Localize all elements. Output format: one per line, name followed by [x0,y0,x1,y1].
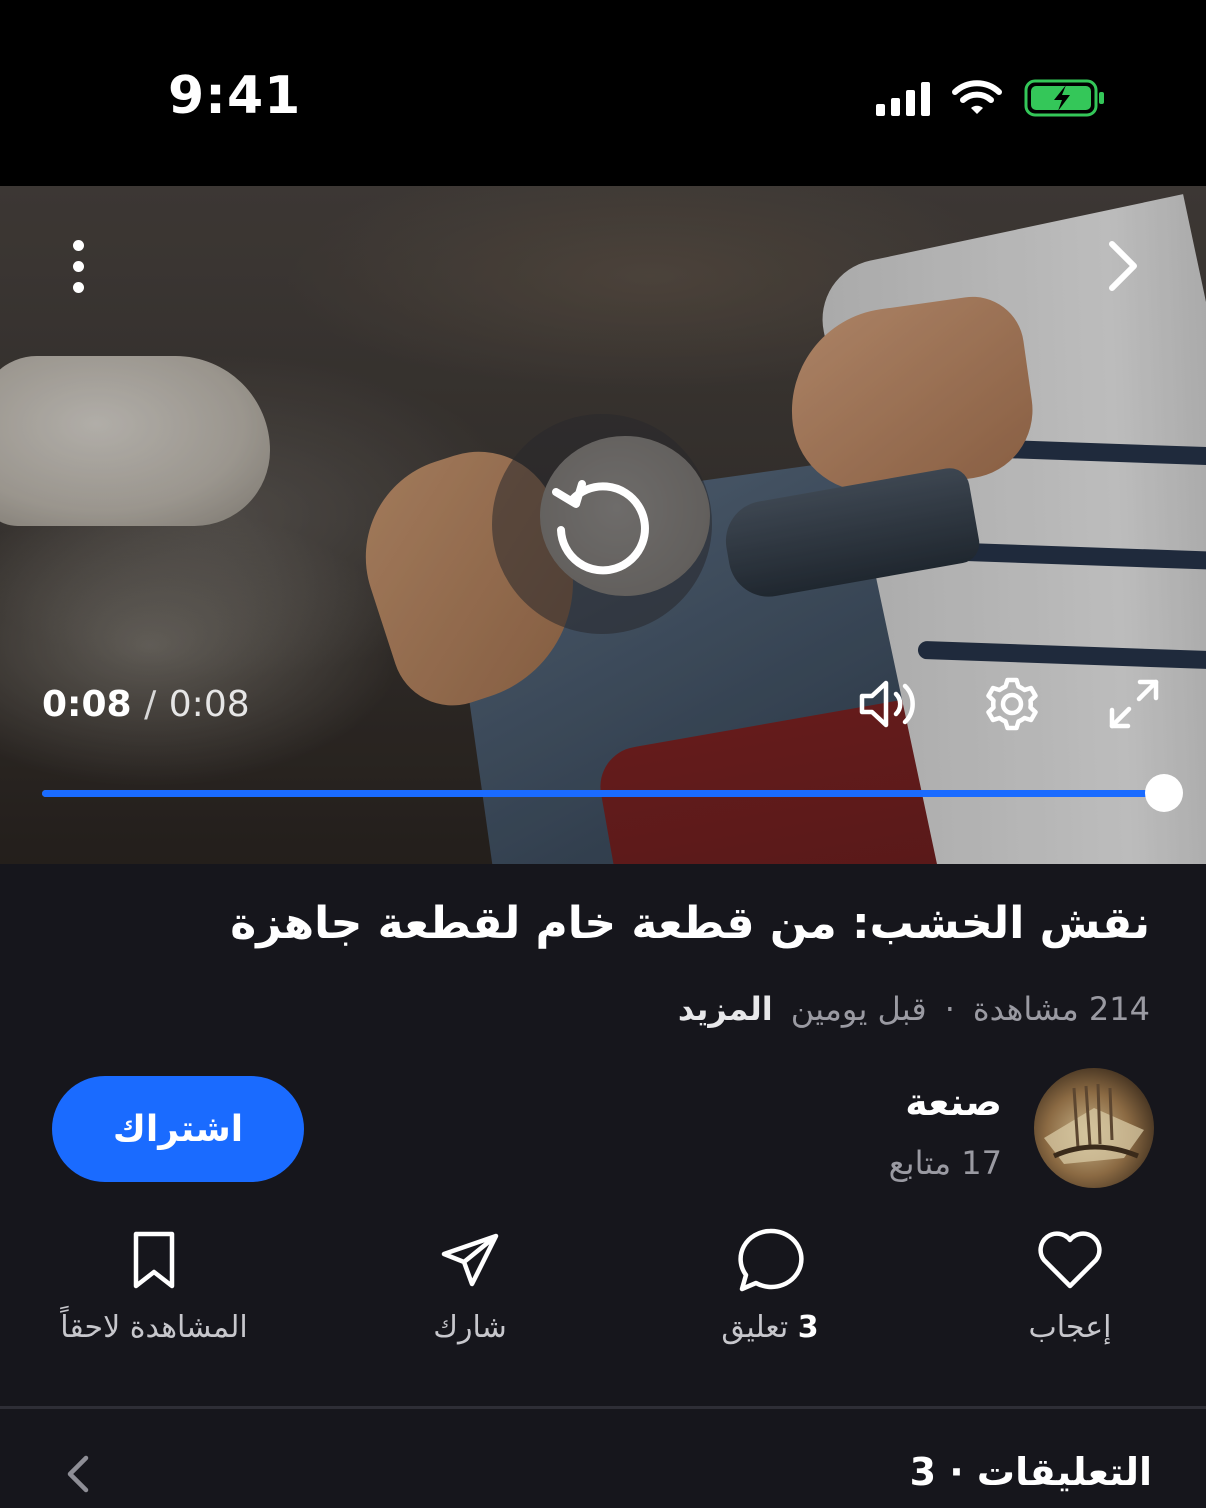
comment-text: تعليق [721,1310,789,1345]
replay-icon [552,480,649,575]
channel-avatar[interactable] [1034,1068,1154,1188]
comment-count: 3 [797,1310,819,1345]
video-player[interactable]: 0:08 / 0:08 [0,186,1206,864]
like-label: إعجاب [1028,1310,1112,1345]
status-time: 9:41 [168,66,302,126]
comment-bubble-icon [734,1224,806,1296]
share-button[interactable]: شارك [350,1224,590,1354]
watch-later-button[interactable]: المشاهدة لاحقاً [34,1224,274,1354]
playback-time: 0:08 / 0:08 [42,684,250,725]
view-count: 214 مشاهدة [972,990,1150,1028]
follower-count: 17 متابع [888,1144,1002,1182]
video-title: نقش الخشب: من قطعة خام لقطعة جاهزة [230,898,1150,949]
battery-charging-icon [1024,79,1104,117]
elapsed-time: 0:08 [42,684,132,725]
comment-button[interactable]: 3 تعليق [650,1224,890,1354]
status-icons [876,76,1106,120]
time-separator: / [144,684,157,725]
progress-fill [42,790,1164,797]
send-icon [434,1224,506,1296]
like-button[interactable]: إعجاب [950,1224,1190,1354]
more-vertical-icon[interactable] [58,238,98,294]
chevron-right-icon[interactable] [1094,234,1150,298]
cellular-signal-icon [876,80,930,116]
wifi-icon [952,80,1002,114]
fullscreen-icon[interactable] [1104,674,1164,734]
gear-icon[interactable] [982,674,1042,734]
chevron-left-icon[interactable] [60,1452,100,1496]
volume-icon[interactable] [856,674,924,734]
channel-name[interactable]: صنعة [905,1080,1002,1124]
meta-dot: · [944,990,955,1028]
status-bar: 9:41 [0,0,1206,186]
subscribe-button[interactable]: اشتراك [52,1076,304,1182]
video-meta: 214 مشاهدة · قبل يومين المزيد [678,990,1150,1028]
more-link[interactable]: المزيد [678,990,773,1028]
total-time: 0:08 [168,684,250,725]
upload-age: قبل يومين [790,990,927,1028]
heart-icon [1034,1224,1106,1296]
section-divider [0,1406,1206,1409]
comment-label: 3 تعليق [721,1310,818,1345]
comments-header[interactable]: التعليقات · 3 [910,1450,1152,1494]
replay-button[interactable] [492,414,712,634]
progress-bar[interactable] [42,790,1164,797]
watch-later-label: المشاهدة لاحقاً [60,1310,248,1345]
bookmark-icon [118,1224,190,1296]
progress-thumb[interactable] [1145,774,1183,812]
share-label: شارك [433,1310,507,1345]
